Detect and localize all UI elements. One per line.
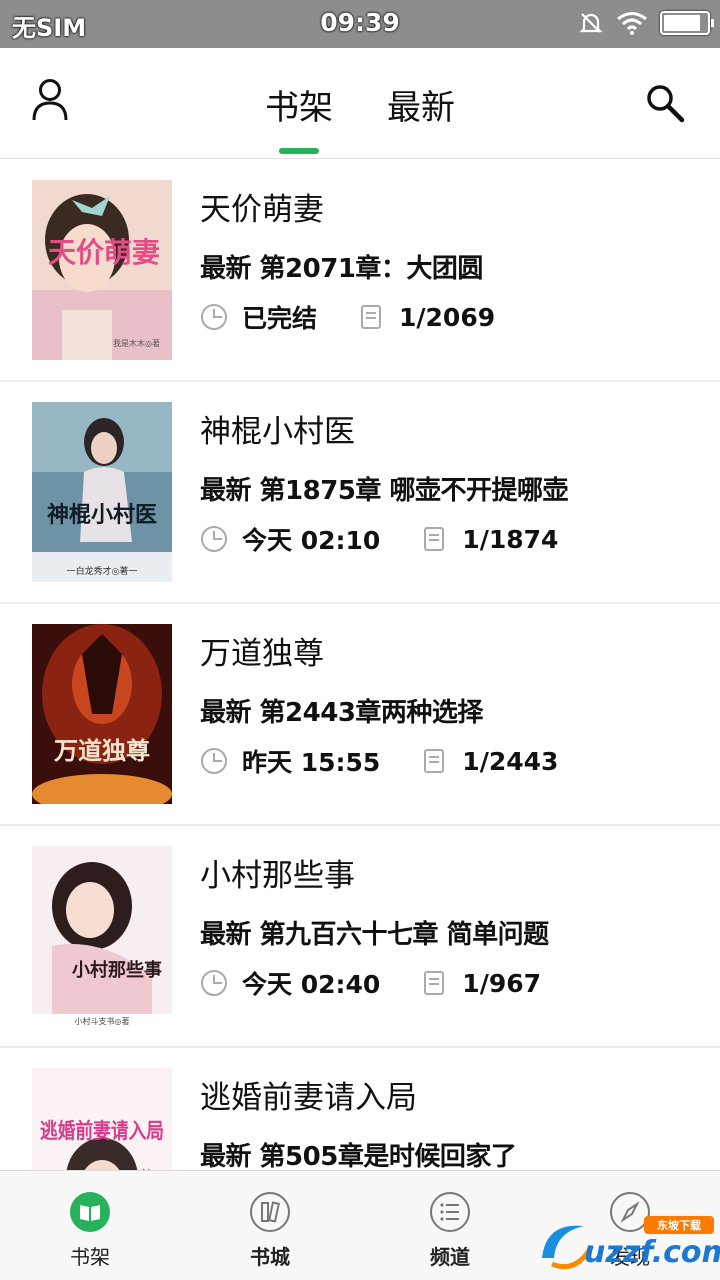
clock-icon bbox=[201, 970, 227, 996]
tab-latest-label: 最新 bbox=[387, 88, 455, 128]
list-icon bbox=[430, 1192, 470, 1232]
nav-bookshelf[interactable]: 书架 bbox=[40, 1191, 140, 1270]
latest-chapter: 最新 第2443章两种选择 bbox=[200, 698, 483, 728]
nav-bookstore-label: 书城 bbox=[250, 1245, 290, 1269]
clock-icon bbox=[201, 304, 227, 330]
page-icon bbox=[424, 749, 445, 773]
reading-progress: 1/1874 bbox=[462, 524, 559, 554]
book-cover[interactable]: 逃婚前妻请入局 流二 bbox=[32, 1068, 172, 1170]
books-icon bbox=[250, 1192, 290, 1232]
update-status: 昨天 15:55 bbox=[242, 748, 381, 777]
tab-latest[interactable]: 最新 bbox=[385, 80, 457, 150]
reading-progress: 1/2069 bbox=[399, 302, 496, 332]
book-cover[interactable]: 万道独尊 bbox=[32, 624, 172, 804]
cover-title: 小村那些事 bbox=[72, 959, 162, 981]
book-meta: 今天 02:10 1/1874 bbox=[200, 522, 598, 556]
watermark-logo: 东坡下载 uzzf.com bbox=[542, 1216, 720, 1270]
update-status: 今天 02:40 bbox=[242, 970, 381, 999]
latest-chapter: 最新 第九百六十七章 简单问题 bbox=[200, 920, 549, 950]
book-title: 万道独尊 bbox=[200, 636, 324, 672]
book-meta: 已完结 1/2069 bbox=[200, 300, 535, 334]
book-cover[interactable]: 天价萌妻 我是木木◎著 bbox=[32, 180, 172, 360]
search-icon[interactable] bbox=[644, 82, 686, 124]
cover-author: 我是木木◎著 bbox=[113, 338, 160, 348]
page-icon bbox=[424, 527, 445, 551]
book-item[interactable]: 神棍小村医 一白龙秀才◎著一 神棍小村医 最新 第1875章 哪壶不开提哪壶 今… bbox=[0, 382, 720, 604]
cover-author: 一白龙秀才◎著一 bbox=[67, 565, 138, 577]
cover-title: 天价萌妻 bbox=[48, 236, 160, 269]
page-icon bbox=[424, 971, 445, 995]
app-header: 书架 最新 bbox=[0, 48, 720, 159]
cover-title: 逃婚前妻请入局 bbox=[40, 1118, 164, 1143]
tab-bookshelf[interactable]: 书架 bbox=[263, 80, 335, 154]
book-title: 天价萌妻 bbox=[200, 192, 324, 228]
book-title: 小村那些事 bbox=[200, 858, 355, 894]
book-item[interactable]: 万道独尊 万道独尊 最新 第2443章两种选择 昨天 15:55 1/2443 bbox=[0, 604, 720, 826]
update-status: 今天 02:10 bbox=[242, 526, 381, 555]
status-bar: 无SIM 09:39 bbox=[0, 0, 720, 48]
watermark-subtext: 东坡下载 bbox=[657, 1218, 701, 1232]
reading-progress: 1/2443 bbox=[462, 746, 559, 776]
book-item[interactable]: 小村那些事 小村斗支书◎著 小村那些事 最新 第九百六十七章 简单问题 今天 0… bbox=[0, 826, 720, 1048]
latest-chapter: 最新 第2071章：大团圆 bbox=[200, 254, 483, 284]
cover-author: 小村斗支书◎著 bbox=[75, 1016, 130, 1026]
book-item[interactable]: 逃婚前妻请入局 流二 逃婚前妻请入局 最新 第505章是时候回家了 bbox=[0, 1048, 720, 1170]
clock-icon bbox=[201, 526, 227, 552]
cover-title: 万道独尊 bbox=[54, 736, 150, 765]
latest-chapter: 最新 第1875章 哪壶不开提哪壶 bbox=[200, 476, 568, 506]
wifi-icon bbox=[617, 12, 647, 35]
watermark-text: uzzf.com bbox=[584, 1235, 720, 1270]
active-tab-indicator bbox=[279, 148, 319, 154]
mute-bell-icon bbox=[579, 13, 603, 33]
book-meta: 今天 02:40 1/967 bbox=[200, 966, 581, 1000]
book-meta: 昨天 15:55 1/2443 bbox=[200, 744, 598, 778]
nav-bookshelf-label: 书架 bbox=[70, 1245, 110, 1269]
nav-channel[interactable]: 频道 bbox=[400, 1191, 500, 1270]
clock-icon bbox=[201, 748, 227, 774]
book-cover[interactable]: 小村那些事 小村斗支书◎著 bbox=[32, 846, 172, 1026]
book-item[interactable]: 天价萌妻 我是木木◎著 天价萌妻 最新 第2071章：大团圆 已完结 1/206… bbox=[0, 160, 720, 382]
latest-chapter: 最新 第505章是时候回家了 bbox=[200, 1142, 517, 1170]
top-tabs: 书架 最新 bbox=[0, 80, 720, 154]
book-title: 神棍小村医 bbox=[200, 414, 355, 450]
book-open-icon bbox=[70, 1192, 110, 1232]
battery-icon bbox=[660, 11, 714, 35]
nav-bookstore[interactable]: 书城 bbox=[220, 1191, 320, 1270]
nav-channel-label: 频道 bbox=[430, 1245, 470, 1269]
reading-progress: 1/967 bbox=[462, 968, 542, 998]
page-icon bbox=[361, 305, 382, 329]
tab-bookshelf-label: 书架 bbox=[265, 88, 333, 128]
book-cover[interactable]: 神棍小村医 一白龙秀才◎著一 bbox=[32, 402, 172, 582]
cover-title: 神棍小村医 bbox=[47, 502, 157, 528]
update-status: 已完结 bbox=[242, 304, 318, 333]
book-list[interactable]: 天价萌妻 我是木木◎著 天价萌妻 最新 第2071章：大团圆 已完结 1/206… bbox=[0, 160, 720, 1170]
book-title: 逃婚前妻请入局 bbox=[200, 1080, 417, 1116]
